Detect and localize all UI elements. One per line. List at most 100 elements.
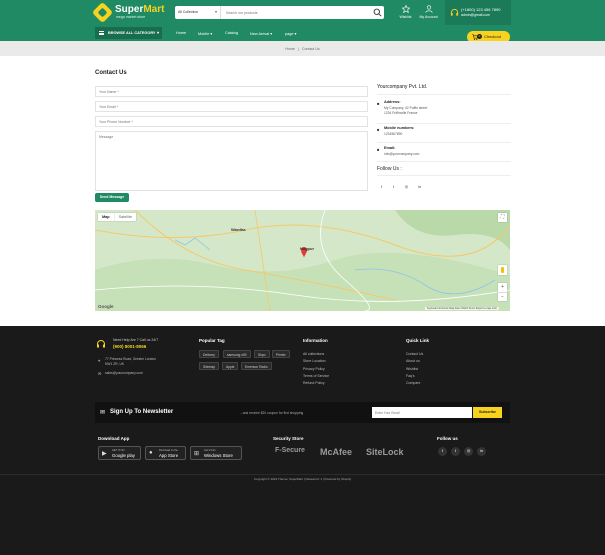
quick-link[interactable]: Compare bbox=[406, 381, 420, 385]
star-icon bbox=[401, 5, 410, 13]
brand-name: SuperMart bbox=[115, 4, 165, 15]
chevron-down-icon: ▾ bbox=[214, 9, 217, 14]
tag-printer[interactable]: Printer bbox=[272, 350, 290, 358]
phone-field[interactable] bbox=[95, 116, 368, 127]
message-field[interactable] bbox=[95, 131, 368, 191]
google-map[interactable]: · · · · · · · Wardha Nagpur Map Satellite ⛶ + −… bbox=[95, 210, 510, 311]
breadcrumb-home[interactable]: Home bbox=[285, 47, 295, 51]
mail-icon: ■ bbox=[377, 147, 380, 152]
name-field[interactable] bbox=[95, 86, 368, 97]
follow-us-heading: Follow us bbox=[437, 436, 458, 441]
mobile-number[interactable]: 1234567890 bbox=[384, 132, 402, 137]
quick-link[interactable]: About us bbox=[406, 359, 420, 363]
search-category-select[interactable]: All Collection ▾ bbox=[175, 6, 221, 19]
search-bar: All Collection ▾ bbox=[175, 6, 384, 19]
quick-link[interactable]: Wishlist bbox=[406, 367, 418, 371]
newsletter-title: Sign Up To Newsletter bbox=[110, 409, 174, 415]
email-field[interactable] bbox=[95, 101, 368, 112]
sitelock-logo: SiteLock bbox=[366, 447, 404, 457]
pegman-icon[interactable] bbox=[498, 265, 507, 275]
newsletter-email-input[interactable] bbox=[372, 407, 472, 418]
footer: Need Help Are 7 Call us 24/7 (900) 8001-… bbox=[0, 326, 605, 555]
windows-store-button[interactable]: ⊞ Get it from Windows Store bbox=[190, 446, 242, 460]
search-icon[interactable] bbox=[373, 8, 382, 17]
tag-apple[interactable]: Apple bbox=[222, 362, 239, 370]
tag-sitemap[interactable]: Sitemap bbox=[199, 362, 220, 370]
map-pin-icon: ■ bbox=[377, 101, 380, 106]
f-secure-logo: F-Secure bbox=[275, 447, 305, 454]
divider bbox=[377, 142, 511, 143]
nav-home[interactable]: Home bbox=[176, 31, 186, 35]
wishlist-button[interactable]: Wishlist bbox=[393, 5, 418, 22]
tag-delivery[interactable]: Delivery bbox=[199, 350, 219, 358]
tag-skpo[interactable]: Skpo bbox=[254, 350, 270, 358]
instagram-icon[interactable]: ◎ bbox=[403, 183, 410, 190]
divider bbox=[377, 123, 511, 124]
divider bbox=[377, 161, 511, 162]
tag-emerson-radio[interactable]: Emerson Radio bbox=[241, 362, 272, 370]
info-link[interactable]: Terms of Service bbox=[303, 374, 329, 378]
linkedin-icon[interactable]: in bbox=[477, 447, 486, 456]
map-place-label: Nagpur bbox=[300, 246, 314, 251]
map-place-label: Wardha bbox=[231, 227, 246, 232]
zoom-in-button[interactable]: + bbox=[498, 283, 507, 292]
tag-samsung[interactable]: samsung s50 bbox=[223, 350, 251, 358]
apple-icon: ● bbox=[149, 450, 153, 456]
tab-map[interactable]: Map bbox=[98, 213, 114, 221]
header-contact: (+1800) 123 456 7890 admin@gmail.com bbox=[445, 0, 511, 25]
subscribe-button[interactable]: Subscribe bbox=[473, 407, 502, 418]
header-phone[interactable]: (+1800) 123 456 7890 bbox=[461, 7, 500, 12]
download-app-heading: Download App bbox=[98, 436, 130, 441]
address-title: Address: bbox=[384, 100, 401, 104]
email-address[interactable]: info@yourcompany.com bbox=[384, 152, 419, 157]
nav-catalog[interactable]: Catalog bbox=[225, 31, 238, 35]
nav-page[interactable]: page ▾ bbox=[285, 31, 296, 36]
browse-category-button[interactable]: BROWSE ALL CATEGORY ▾ bbox=[95, 27, 162, 39]
info-link[interactable]: All collections bbox=[303, 352, 324, 356]
nav-mobile[interactable]: Mobile ▾ bbox=[198, 31, 212, 36]
account-button[interactable]: My Account bbox=[416, 5, 441, 22]
facebook-icon[interactable]: f bbox=[438, 447, 447, 456]
nav-new-arrival[interactable]: New Arrival ▾ bbox=[250, 31, 272, 36]
mail-icon: ✉ bbox=[98, 371, 102, 376]
mobile-title: Mobile numbers: bbox=[384, 126, 415, 130]
follow-label: Follow Us : bbox=[377, 166, 402, 172]
page-title: Contact Us bbox=[95, 70, 127, 76]
app-store-button[interactable]: ● Download on the App Store bbox=[145, 446, 186, 460]
header-email[interactable]: admin@gmail.com bbox=[461, 13, 490, 17]
help-text: Need Help Are 7 Call us 24/7 bbox=[113, 338, 159, 342]
windows-icon: ⊞ bbox=[194, 451, 200, 457]
breadcrumb-separator: | bbox=[297, 47, 299, 51]
info-link[interactable]: Refund Policy bbox=[303, 381, 325, 385]
quick-link[interactable]: Faq's bbox=[406, 374, 414, 378]
quick-link[interactable]: Contact Us bbox=[406, 352, 423, 356]
search-input[interactable] bbox=[224, 6, 364, 19]
brand-tagline: mega market store bbox=[116, 15, 146, 19]
logo[interactable]: SuperMart mega market store bbox=[91, 1, 170, 24]
twitter-icon[interactable]: t bbox=[451, 447, 460, 456]
send-message-button[interactable]: Send Message bbox=[95, 193, 129, 202]
mcafee-logo: McAfee bbox=[320, 447, 353, 457]
google-play-button[interactable]: ▶ GET IT ON Google play bbox=[98, 446, 141, 460]
chevron-down-icon: ▾ bbox=[156, 30, 159, 35]
footer-email[interactable]: sales@yourcompany.com bbox=[105, 371, 143, 376]
info-link[interactable]: Store Location bbox=[303, 359, 326, 363]
fullscreen-icon[interactable]: ⛶ bbox=[498, 213, 507, 222]
help-phone[interactable]: (900) 8001-8066 bbox=[113, 344, 146, 349]
wishlist-label: Wishlist bbox=[399, 15, 412, 19]
newsletter-bar: ✉ Sign Up To Newsletter ...and receive $… bbox=[95, 402, 510, 423]
headset-icon bbox=[450, 8, 459, 16]
facebook-icon[interactable]: f bbox=[378, 183, 385, 190]
info-link[interactable]: Privacy Policy bbox=[303, 367, 325, 371]
tab-satellite[interactable]: Satellite bbox=[113, 213, 137, 221]
map-attribution[interactable]: Keyboard shortcuts Map data ©2024 Terms … bbox=[425, 307, 500, 310]
popular-tag-heading: Popular Tag bbox=[199, 338, 225, 343]
information-heading: Information bbox=[303, 338, 328, 343]
twitter-icon[interactable]: t bbox=[390, 183, 397, 190]
linkedin-icon[interactable]: in bbox=[416, 183, 423, 190]
map-type-tabs: Map Satellite bbox=[98, 213, 137, 221]
zoom-out-button[interactable]: − bbox=[498, 292, 507, 301]
instagram-icon[interactable]: ◎ bbox=[464, 447, 473, 456]
footer-address: 77 Princess Road, Greater London NW1 ZR, … bbox=[105, 357, 156, 366]
map-canvas: ······· bbox=[95, 210, 510, 311]
